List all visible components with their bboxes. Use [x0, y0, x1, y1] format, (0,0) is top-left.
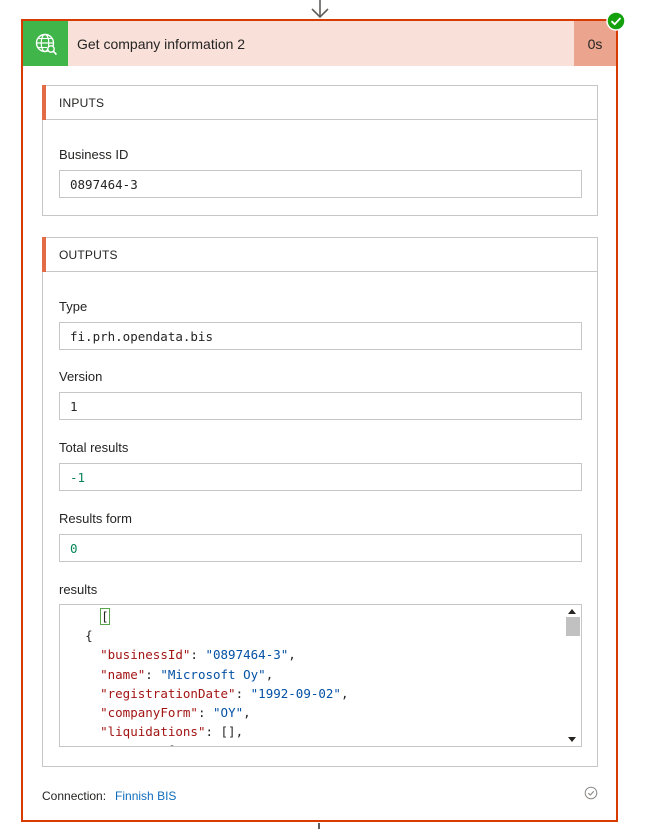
action-header[interactable]: Get company information 2 0s — [23, 21, 616, 66]
json-line: [ — [70, 607, 348, 626]
results-json-lines: [ { "businessId": "0897464-3", "name": "… — [70, 607, 349, 746]
json-comma: , — [288, 647, 296, 663]
type-value[interactable]: fi.prh.opendata.bis — [59, 322, 582, 350]
json-value: [ — [168, 743, 176, 746]
success-check-icon — [606, 11, 626, 31]
json-line: "name": "Microsoft Oy", — [100, 666, 274, 682]
connection-label: Connection: — [42, 789, 107, 803]
connection-link[interactable]: Finnish BIS — [115, 789, 176, 803]
results-form-label: Results form — [59, 511, 132, 526]
business-id-label: Business ID — [59, 147, 129, 162]
json-open-bracket: [ — [100, 608, 110, 625]
connection-status-icon — [584, 786, 598, 800]
json-value: "1992-09-02" — [250, 685, 341, 701]
json-line: "liquidations": [], — [100, 724, 244, 740]
type-label: Type — [59, 299, 88, 314]
json-key: "businessId" — [100, 647, 191, 663]
json-comma: , — [235, 724, 244, 740]
json-line: "registrationDate": "1992-09-02", — [100, 685, 349, 701]
outputs-title: OUTPUTS — [59, 247, 118, 262]
results-label: results — [59, 582, 98, 597]
globe-search-icon — [23, 21, 68, 66]
json-comma: , — [340, 685, 349, 701]
outputs-header[interactable]: OUTPUTS — [42, 237, 597, 272]
total-results-value[interactable]: -1 — [59, 463, 582, 491]
scroll-down-icon[interactable] — [568, 737, 576, 742]
json-key: "companyForm" — [100, 704, 198, 720]
outputs-section: OUTPUTS Type fi.prh.opendata.bis Version… — [42, 237, 598, 767]
json-line: "names": [ — [70, 741, 348, 746]
json-line: "businessId": "0897464-3", — [100, 647, 296, 663]
json-open-brace: { — [85, 628, 93, 644]
version-value[interactable]: 1 — [59, 392, 582, 420]
json-line: { — [70, 626, 348, 645]
json-line: "companyForm": "OY", — [100, 704, 251, 720]
scroll-up-icon[interactable] — [568, 609, 576, 614]
flow-connector — [318, 823, 320, 829]
json-comma: , — [265, 666, 274, 682]
json-comma: , — [243, 704, 251, 720]
version-label: Version — [59, 369, 103, 384]
json-value: [] — [220, 724, 236, 740]
json-key: "registrationDate" — [100, 685, 236, 701]
json-key: "name" — [100, 666, 146, 682]
scroll-thumb[interactable] — [566, 617, 580, 636]
flow-arrow-icon — [311, 0, 329, 19]
total-results-label: Total results — [59, 440, 129, 455]
inputs-title: INPUTS — [59, 95, 105, 110]
results-form-value[interactable]: 0 — [59, 534, 582, 562]
inputs-section: INPUTS Business ID 0897464-3 — [42, 85, 598, 216]
json-value: "OY" — [213, 704, 244, 720]
connection-info: Connection: Finnish BIS — [42, 789, 176, 803]
json-value: "0897464-3" — [205, 647, 289, 663]
results-json-viewer[interactable]: [ { "businessId": "0897464-3", "name": "… — [59, 604, 582, 747]
business-id-value[interactable]: 0897464-3 — [59, 170, 582, 198]
inputs-header[interactable]: INPUTS — [42, 85, 597, 120]
results-scrollbar[interactable] — [564, 605, 581, 746]
action-title: Get company information 2 — [77, 35, 246, 52]
json-key: "liquidations" — [100, 724, 206, 740]
json-key: "names" — [100, 743, 153, 746]
json-value: "Microsoft Oy" — [160, 666, 266, 682]
